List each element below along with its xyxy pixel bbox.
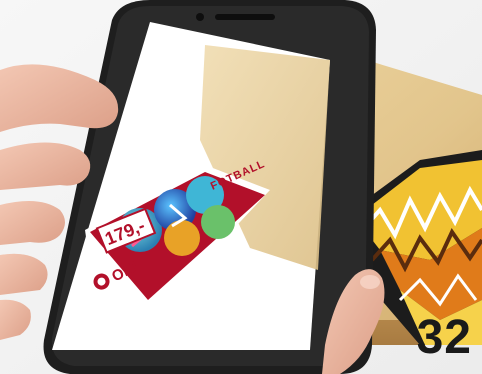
page-number: 32 [416, 311, 472, 364]
photo-frame: 179,- FOTBALL OKI 32 [0, 0, 482, 374]
photo-scene: 179,- FOTBALL OKI [0, 0, 482, 374]
football-ball [164, 220, 200, 256]
speaker-grille [215, 14, 275, 20]
front-camera-icon [196, 13, 204, 21]
football-ball [201, 205, 235, 239]
